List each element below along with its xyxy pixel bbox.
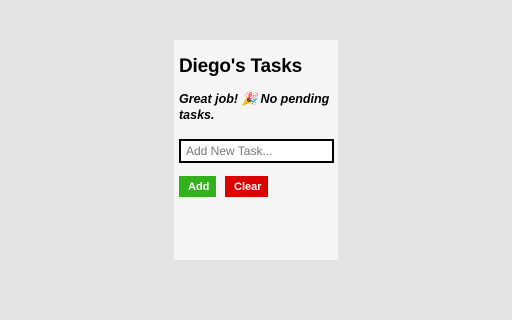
new-task-input[interactable] — [179, 139, 334, 163]
button-row: Add Clear — [179, 176, 333, 197]
add-button[interactable]: Add — [179, 176, 216, 197]
clear-button[interactable]: Clear — [225, 176, 268, 197]
page-title: Diego's Tasks — [179, 56, 303, 77]
status-message: Great job! 🎉 No pending tasks. — [179, 92, 330, 122]
task-card: Diego's Tasks Great job! 🎉 No pending ta… — [174, 40, 338, 260]
